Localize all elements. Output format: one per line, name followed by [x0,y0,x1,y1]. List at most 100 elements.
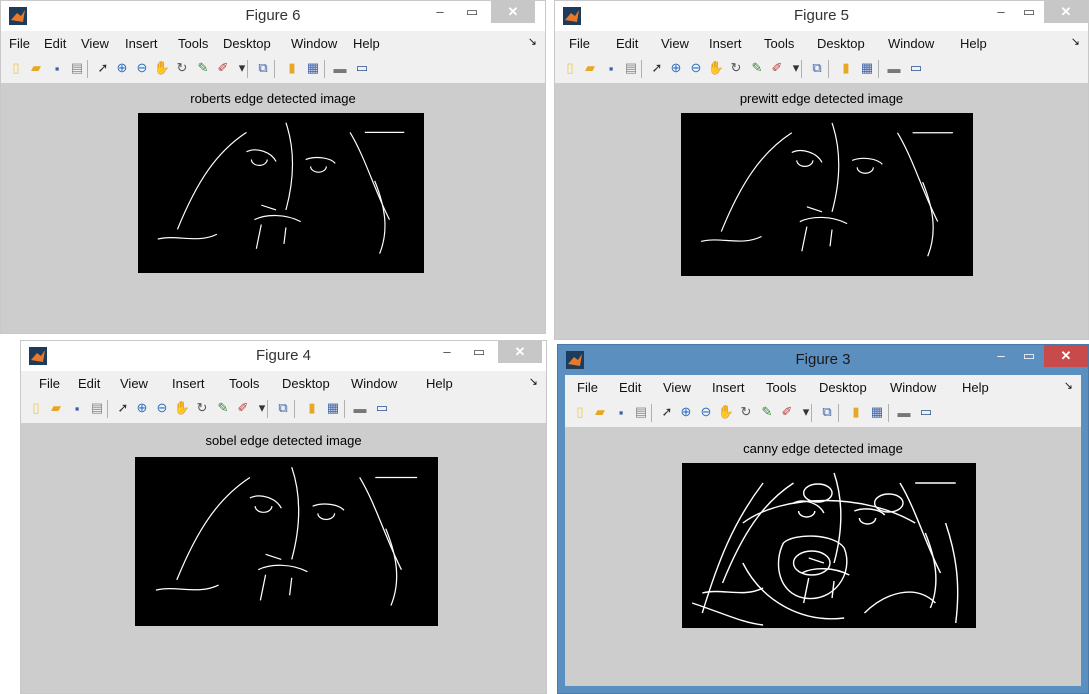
dropdown-arrow-icon[interactable]: ▾ [253,399,271,417]
print-icon[interactable]: ▤ [632,403,650,421]
close-button[interactable]: ✕ [498,341,542,363]
save-icon[interactable]: ▪ [602,59,620,77]
zoom-in-icon[interactable]: ⊕ [677,403,695,421]
menu-insert[interactable]: Insert [172,376,205,391]
link-plot-icon[interactable]: ⧉ [254,59,272,77]
data-cursor-icon[interactable]: ✎ [758,403,776,421]
brush-icon[interactable]: ✐ [214,59,232,77]
save-icon[interactable]: ▪ [68,399,86,417]
zoom-in-icon[interactable]: ⊕ [133,399,151,417]
brush-icon[interactable]: ✐ [234,399,252,417]
maximize-button[interactable]: ▭ [1016,1,1042,23]
minimize-button[interactable]: – [427,1,453,23]
figure-4-window[interactable]: Figure 4 – ▭ ✕ File Edit View Insert Too… [20,340,547,694]
rotate-3d-icon[interactable]: ↻ [193,399,211,417]
pan-icon[interactable]: ✋ [173,399,191,417]
menu-desktop[interactable]: Desktop [282,376,330,391]
menu-help[interactable]: Help [426,376,453,391]
figure-3-window[interactable]: Figure 3 – ▭ ✕ File Edit View Insert Too… [557,344,1089,694]
minimize-button[interactable]: – [988,1,1014,23]
minimize-button[interactable]: – [434,341,460,363]
title-bar[interactable]: Figure 5 – ▭ ✕ [555,1,1088,31]
brush-icon[interactable]: ✐ [768,59,786,77]
data-cursor-icon[interactable]: ✎ [214,399,232,417]
close-button[interactable]: ✕ [1044,1,1088,23]
menu-edit[interactable]: Edit [619,380,641,395]
menu-edit[interactable]: Edit [616,36,638,51]
close-button[interactable]: ✕ [491,1,535,23]
menu-file[interactable]: File [569,36,590,51]
new-figure-icon[interactable]: ▯ [7,59,25,77]
open-file-icon[interactable]: ▰ [591,403,609,421]
maximize-button[interactable]: ▭ [466,341,492,363]
menu-view[interactable]: View [663,380,691,395]
toolbar-dock-arrow-icon[interactable]: ↘ [528,35,537,48]
colorbar-icon[interactable]: ▮ [847,403,865,421]
rotate-3d-icon[interactable]: ↻ [737,403,755,421]
menu-help[interactable]: Help [960,36,987,51]
menu-window[interactable]: Window [890,380,936,395]
pointer-icon[interactable]: ➚ [114,399,132,417]
show-plot-tools-icon[interactable]: ▭ [907,59,925,77]
menu-help[interactable]: Help [353,36,380,51]
data-cursor-icon[interactable]: ✎ [748,59,766,77]
colorbar-icon[interactable]: ▮ [303,399,321,417]
maximize-button[interactable]: ▭ [1016,345,1042,367]
figure-5-window[interactable]: Figure 5 – ▭ ✕ File Edit View Insert Too… [554,0,1089,340]
menu-view[interactable]: View [661,36,689,51]
show-plot-tools-icon[interactable]: ▭ [373,399,391,417]
toolbar-dock-arrow-icon[interactable]: ↘ [1071,35,1080,48]
pan-icon[interactable]: ✋ [707,59,725,77]
link-plot-icon[interactable]: ⧉ [274,399,292,417]
legend-icon[interactable]: ▦ [304,59,322,77]
rotate-3d-icon[interactable]: ↻ [173,59,191,77]
link-plot-icon[interactable]: ⧉ [808,59,826,77]
menu-desktop[interactable]: Desktop [223,36,271,51]
hide-plot-tools-icon[interactable]: ▬ [885,59,903,77]
pointer-icon[interactable]: ➚ [658,403,676,421]
legend-icon[interactable]: ▦ [324,399,342,417]
pointer-icon[interactable]: ➚ [648,59,666,77]
save-icon[interactable]: ▪ [612,403,630,421]
menu-edit[interactable]: Edit [44,36,66,51]
menu-file[interactable]: File [577,380,598,395]
toolbar-dock-arrow-icon[interactable]: ↘ [1064,379,1073,392]
legend-icon[interactable]: ▦ [868,403,886,421]
colorbar-icon[interactable]: ▮ [283,59,301,77]
title-bar[interactable]: Figure 4 – ▭ ✕ [21,341,546,371]
menu-edit[interactable]: Edit [78,376,100,391]
zoom-out-icon[interactable]: ⊖ [687,59,705,77]
show-plot-tools-icon[interactable]: ▭ [917,403,935,421]
menu-insert[interactable]: Insert [712,380,745,395]
open-file-icon[interactable]: ▰ [47,399,65,417]
menu-tools[interactable]: Tools [766,380,796,395]
show-plot-tools-icon[interactable]: ▭ [353,59,371,77]
menu-tools[interactable]: Tools [764,36,794,51]
minimize-button[interactable]: – [988,345,1014,367]
figure-6-window[interactable]: Figure 6 – ▭ ✕ File Edit View Insert Too… [0,0,546,334]
menu-desktop[interactable]: Desktop [819,380,867,395]
menu-window[interactable]: Window [291,36,337,51]
zoom-out-icon[interactable]: ⊖ [133,59,151,77]
print-icon[interactable]: ▤ [88,399,106,417]
dropdown-arrow-icon[interactable]: ▾ [787,59,805,77]
menu-insert[interactable]: Insert [125,36,158,51]
print-icon[interactable]: ▤ [68,59,86,77]
maximize-button[interactable]: ▭ [459,1,485,23]
menu-help[interactable]: Help [962,380,989,395]
brush-icon[interactable]: ✐ [778,403,796,421]
new-figure-icon[interactable]: ▯ [561,59,579,77]
menu-desktop[interactable]: Desktop [817,36,865,51]
print-icon[interactable]: ▤ [622,59,640,77]
pan-icon[interactable]: ✋ [717,403,735,421]
new-figure-icon[interactable]: ▯ [571,403,589,421]
menu-window[interactable]: Window [888,36,934,51]
hide-plot-tools-icon[interactable]: ▬ [331,59,349,77]
dropdown-arrow-icon[interactable]: ▾ [233,59,251,77]
open-file-icon[interactable]: ▰ [581,59,599,77]
zoom-out-icon[interactable]: ⊖ [697,403,715,421]
menu-file[interactable]: File [39,376,60,391]
pan-icon[interactable]: ✋ [153,59,171,77]
open-file-icon[interactable]: ▰ [27,59,45,77]
menu-tools[interactable]: Tools [229,376,259,391]
